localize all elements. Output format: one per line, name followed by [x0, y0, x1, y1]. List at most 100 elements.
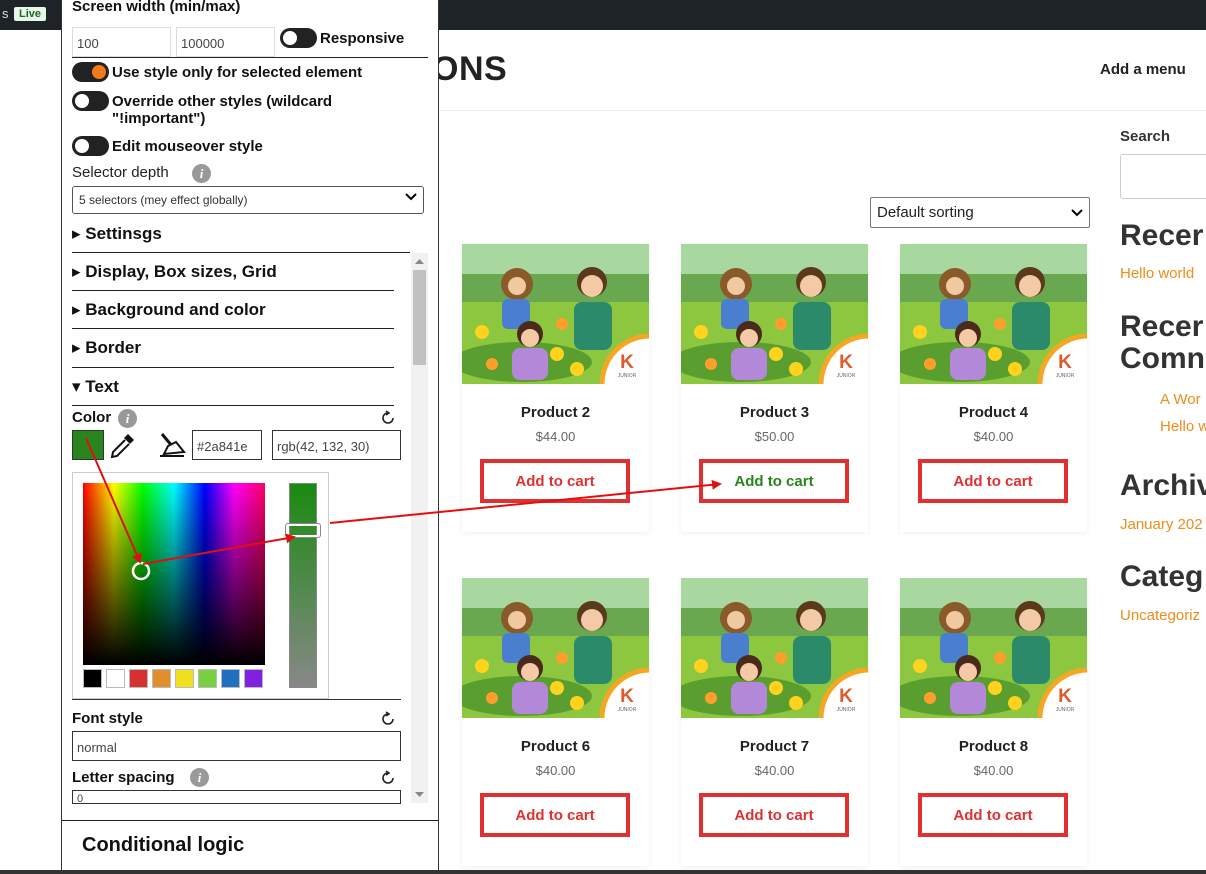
product-name[interactable]: Product 7	[681, 738, 868, 755]
info-icon[interactable]: i	[190, 768, 209, 787]
brand-badge-letter: K	[620, 686, 634, 707]
section-display[interactable]: ▸ Display, Box sizes, Grid	[72, 262, 277, 282]
max-width-input[interactable]: 100000	[176, 27, 275, 57]
product-card[interactable]: K JUNIOR Product 6 $40.00 Add to cart	[462, 578, 649, 866]
category-link[interactable]: Uncategoriz	[1120, 607, 1200, 624]
site-title[interactable]: ONS	[432, 50, 507, 89]
mouseover-style-toggle[interactable]	[72, 136, 109, 156]
product-price: $50.00	[754, 429, 795, 444]
sort-select[interactable]: Default sorting	[870, 197, 1090, 228]
recent-post-link[interactable]: Hello world	[1120, 265, 1194, 282]
hue-slider[interactable]	[289, 483, 317, 688]
product-image-wrapper[interactable]: K JUNIOR	[900, 244, 1087, 384]
color-preview-swatch[interactable]	[72, 430, 104, 460]
override-styles-toggle[interactable]	[72, 91, 109, 111]
hex-color-input[interactable]: #2a841e	[192, 430, 262, 460]
letter-spacing-input[interactable]: 0	[72, 790, 401, 804]
panel-scroll-thumb[interactable]	[413, 270, 426, 365]
admin-bar-text: s	[2, 6, 9, 21]
comment-link[interactable]: A Wor	[1160, 391, 1201, 408]
live-badge[interactable]: Live	[14, 7, 47, 21]
product-name[interactable]: Product 8	[900, 738, 1087, 755]
add-to-cart-button[interactable]: Add to cart	[480, 793, 630, 837]
section-display-label: Display, Box sizes, Grid	[85, 262, 277, 281]
color-swatch[interactable]	[175, 669, 194, 688]
product-image: K JUNIOR	[681, 578, 868, 718]
archive-link[interactable]: January 202	[1120, 516, 1203, 533]
product-image-wrapper[interactable]: K JUNIOR	[462, 244, 649, 384]
font-style-label: Font style	[72, 710, 143, 727]
product-name[interactable]: Product 2	[462, 404, 649, 421]
product-card[interactable]: K JUNIOR Product 7 $40.00 Add to cart	[681, 578, 868, 866]
comment-link[interactable]: Hello w	[1160, 418, 1206, 435]
bottom-bar	[0, 870, 1206, 874]
eyedropper-icon[interactable]	[108, 430, 138, 460]
color-swatch[interactable]	[221, 669, 240, 688]
selector-depth-value: 5 selectors (mey effect globally)	[79, 193, 248, 207]
product-card[interactable]: K JUNIOR Product 2 $44.00 Add to cart	[462, 244, 649, 532]
product-card[interactable]: K JUNIOR Product 4 $40.00 Add to cart	[900, 244, 1087, 532]
product-image-wrapper[interactable]: K JUNIOR	[900, 578, 1087, 718]
add-to-cart-button[interactable]: Add to cart	[699, 793, 849, 837]
divider	[72, 699, 401, 700]
categories-heading: Categ	[1120, 560, 1204, 593]
clear-color-brush-icon[interactable]	[156, 430, 188, 460]
product-image-wrapper[interactable]: K JUNIOR	[462, 578, 649, 718]
add-to-cart-button[interactable]: Add to cart	[480, 459, 630, 503]
brand-badge-letter: K	[839, 686, 853, 707]
add-to-cart-button[interactable]: Add to cart	[918, 459, 1068, 503]
screen-width-label: Screen width (min/max)	[72, 0, 241, 15]
reset-icon[interactable]	[380, 711, 396, 727]
add-to-cart-button[interactable]: Add to cart	[918, 793, 1068, 837]
color-swatch[interactable]	[83, 669, 102, 688]
color-swatch[interactable]	[244, 669, 263, 688]
color-swatch[interactable]	[106, 669, 125, 688]
product-image-wrapper[interactable]: K JUNIOR	[681, 578, 868, 718]
chevron-down-icon	[405, 193, 417, 201]
section-background-label: Background and color	[85, 300, 266, 319]
product-name[interactable]: Product 3	[681, 404, 868, 421]
search-label: Search	[1120, 128, 1171, 145]
info-icon[interactable]: i	[192, 164, 211, 183]
product-image: K JUNIOR	[681, 244, 868, 384]
product-image-wrapper[interactable]: K JUNIOR	[681, 244, 868, 384]
product-name[interactable]: Product 4	[900, 404, 1087, 421]
product-card[interactable]: K JUNIOR Product 8 $40.00 Add to cart	[900, 578, 1087, 866]
section-settings-label: Settinsgs	[85, 224, 162, 243]
section-text[interactable]: ▾ Text	[72, 377, 119, 397]
reset-icon[interactable]	[380, 410, 396, 426]
product-name[interactable]: Product 6	[462, 738, 649, 755]
responsive-toggle[interactable]	[280, 28, 317, 48]
divider	[62, 820, 438, 821]
brand-badge-word: JUNIOR	[837, 707, 856, 713]
recent-posts-heading: Recer	[1120, 219, 1204, 252]
conditional-logic-heading[interactable]: Conditional logic	[82, 834, 244, 857]
scroll-up-icon[interactable]	[411, 257, 428, 267]
product-price: $44.00	[535, 429, 576, 444]
color-swatch[interactable]	[152, 669, 171, 688]
reset-icon[interactable]	[380, 770, 396, 786]
min-width-input[interactable]: 100	[72, 27, 171, 57]
scroll-down-icon[interactable]	[411, 789, 428, 799]
color-swatch[interactable]	[198, 669, 217, 688]
font-style-input[interactable]: normal	[72, 731, 401, 761]
brand-badge-letter: K	[839, 352, 853, 373]
add-to-cart-button[interactable]: Add to cart	[699, 459, 849, 503]
hue-slider-handle[interactable]	[285, 523, 321, 538]
color-swatch[interactable]	[129, 669, 148, 688]
use-style-selected-toggle[interactable]	[72, 62, 109, 82]
override-styles-label: Override other styles (wildcard	[112, 93, 333, 110]
section-background[interactable]: ▸ Background and color	[72, 300, 266, 320]
brand-badge-letter: K	[1058, 686, 1072, 707]
search-input[interactable]	[1120, 154, 1206, 199]
rgb-color-input[interactable]: rgb(42, 132, 30)	[272, 430, 401, 460]
product-card[interactable]: K JUNIOR Product 3 $50.00 Add to cart	[681, 244, 868, 532]
product-image: K JUNIOR	[900, 244, 1087, 384]
section-settings[interactable]: ▸ Settinsgs	[72, 224, 162, 244]
saturation-value-area[interactable]	[83, 483, 265, 665]
selector-depth-select[interactable]: 5 selectors (mey effect globally)	[72, 186, 424, 214]
add-menu-link[interactable]: Add a menu	[1100, 61, 1186, 78]
divider	[72, 328, 394, 329]
info-icon[interactable]: i	[118, 409, 137, 428]
section-border[interactable]: ▸ Border	[72, 338, 141, 358]
